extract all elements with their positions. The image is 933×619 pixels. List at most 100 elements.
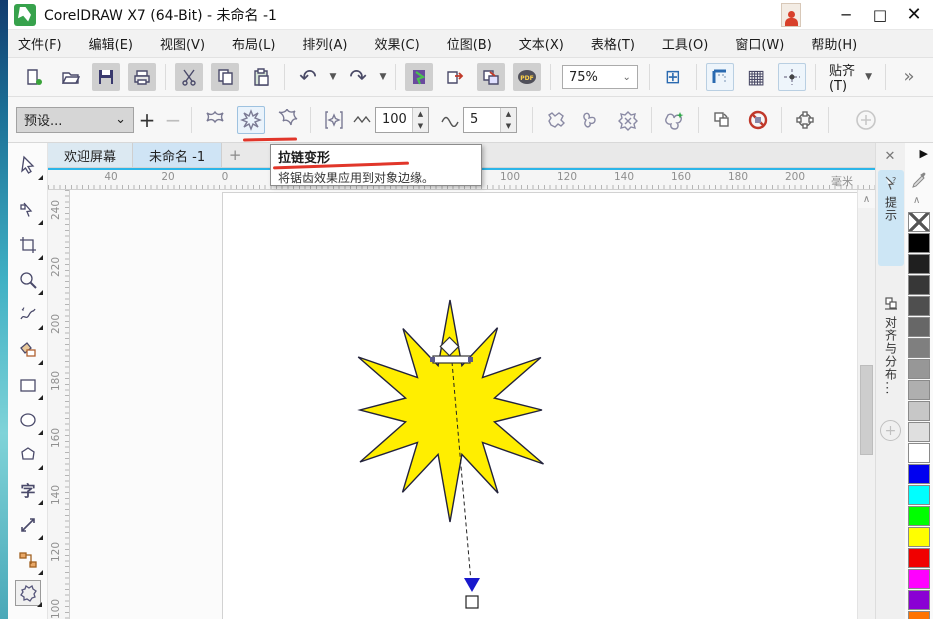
distortion-start-handle[interactable] [430,337,473,363]
smooth-distortion-icon[interactable] [578,106,606,134]
publish-pdf-icon[interactable]: PDF [513,63,541,91]
palette-swatch-gray-70[interactable] [908,296,930,316]
palette-swatch-gray-10[interactable] [908,422,930,442]
quick-customize-icon[interactable] [852,106,880,134]
spin-down-icon[interactable]: ▼ [501,120,516,132]
menu-help[interactable]: 帮助(H) [811,34,857,53]
menu-edit[interactable]: 编辑(E) [89,34,133,53]
spin-up-icon[interactable]: ▲ [413,108,428,120]
palette-swatch-magenta[interactable] [908,569,930,589]
palette-swatch-blue[interactable] [908,464,930,484]
palette-swatch-red[interactable] [908,548,930,568]
frequency-value[interactable]: 5 [464,108,500,132]
crop-tool[interactable] [15,232,41,258]
eyedropper-icon[interactable] [911,171,927,189]
menu-tools[interactable]: 工具(O) [662,34,708,53]
palette-swatch-orange[interactable] [908,611,930,619]
clear-distortion-icon[interactable] [744,106,772,134]
show-rulers-icon[interactable] [706,63,734,91]
add-new-distortion-icon[interactable] [320,106,348,134]
menu-table[interactable]: 表格(T) [591,34,635,53]
close-button[interactable]: ✕ [897,2,931,28]
drawing-canvas[interactable] [70,190,857,619]
new-document-icon[interactable] [20,63,48,91]
tab-welcome-screen[interactable]: 欢迎屏幕 [48,143,133,167]
spin-down-icon[interactable]: ▼ [413,120,428,132]
palette-swatch-green[interactable] [908,506,930,526]
scroll-up-icon[interactable]: ∧ [858,190,875,208]
rectangle-tool[interactable] [15,372,41,398]
ellipse-tool[interactable] [15,407,41,433]
save-icon[interactable] [92,63,120,91]
menu-view[interactable]: 视图(V) [160,34,205,53]
preset-dropdown[interactable]: 预设... ⌄ [16,107,134,133]
palette-swatch-gray-80[interactable] [908,275,930,295]
smart-fill-tool[interactable] [15,337,41,363]
menu-file[interactable]: 文件(F) [18,34,62,53]
frequency-spinner[interactable]: 5 ▲▼ [463,107,517,133]
docker-close-icon[interactable]: ✕ [880,147,900,165]
parallel-dimension-tool[interactable] [15,512,41,538]
shape-tool[interactable] [15,197,41,223]
import-icon[interactable] [405,63,433,91]
fit-page-icon[interactable]: ⊞ [659,63,687,91]
twister-distortion-icon[interactable] [273,106,301,134]
push-pull-distortion-icon[interactable] [201,106,229,134]
connector-tool[interactable] [15,547,41,573]
docker-add-button[interactable]: + [880,420,901,441]
snap-dropdown[interactable]: 贴齐(T) ▼ [829,60,872,94]
palette-swatch-white[interactable] [908,443,930,463]
vertical-ruler[interactable]: 240220200180160140120100 [48,190,70,619]
undo-dropdown-icon[interactable]: ▼ [326,64,340,90]
menu-window[interactable]: 窗口(W) [735,34,784,53]
palette-swatch-yellow[interactable] [908,527,930,547]
show-guidelines-icon[interactable] [778,63,806,91]
menu-effects[interactable]: 效果(C) [374,34,419,53]
export-icon[interactable] [441,63,469,91]
minimize-button[interactable]: ─ [829,2,863,28]
paste-icon[interactable] [247,63,275,91]
redo-icon[interactable]: ↷ [344,63,372,91]
tab-untitled-1[interactable]: 未命名 -1 [133,143,222,167]
star-shape[interactable] [358,300,543,522]
palette-swatch-black[interactable] [908,233,930,253]
app-launcher-icon[interactable] [477,63,505,91]
redo-dropdown-icon[interactable]: ▼ [376,64,390,90]
polygon-tool[interactable] [15,442,41,468]
palette-swatch-cyan[interactable] [908,485,930,505]
zoom-tool[interactable] [15,267,41,293]
convert-to-curves-icon[interactable] [791,106,819,134]
open-icon[interactable] [56,63,84,91]
palette-swatch-no-color[interactable] [908,212,930,232]
pick-tool[interactable] [15,152,41,178]
maximize-button[interactable]: □ [863,2,897,28]
menu-text[interactable]: 文本(X) [519,34,564,53]
menu-layout[interactable]: 布局(L) [232,34,275,53]
undo-icon[interactable]: ↶ [294,63,322,91]
random-distortion-icon[interactable] [542,106,570,134]
zipper-distortion-icon[interactable] [237,106,265,134]
interactive-distort-tool[interactable] [15,580,41,606]
docker-tab-align-distribute[interactable]: 对齐与分布... [878,290,904,420]
palette-expand-icon[interactable]: ▶ [920,147,928,160]
palette-scroll-up-icon[interactable]: ∧ [913,195,920,206]
docker-tab-hints[interactable]: ? 提示 [878,170,904,266]
copy-distortion-properties-icon[interactable] [708,106,736,134]
local-distortion-icon[interactable] [614,106,642,134]
show-grid-icon[interactable]: ▦ [742,63,770,91]
palette-swatch-gray-90[interactable] [908,254,930,274]
copy-icon[interactable] [211,63,239,91]
print-icon[interactable] [128,63,156,91]
menu-bitmaps[interactable]: 位图(B) [447,34,492,53]
user-account-icon[interactable] [781,3,801,27]
menu-arrange[interactable]: 排列(A) [302,34,347,53]
scrollbar-thumb[interactable] [860,365,873,455]
palette-swatch-gray-50[interactable] [908,338,930,358]
zoom-level-combo[interactable]: 75% ⌄ [562,65,638,89]
spin-up-icon[interactable]: ▲ [501,108,516,120]
toolbar-overflow[interactable]: » [895,63,923,91]
new-document-tab-button[interactable]: + [222,143,248,167]
text-tool[interactable]: 字 [15,477,41,503]
amplitude-value[interactable]: 100 [376,108,412,132]
amplitude-spinner[interactable]: 100 ▲▼ [375,107,429,133]
